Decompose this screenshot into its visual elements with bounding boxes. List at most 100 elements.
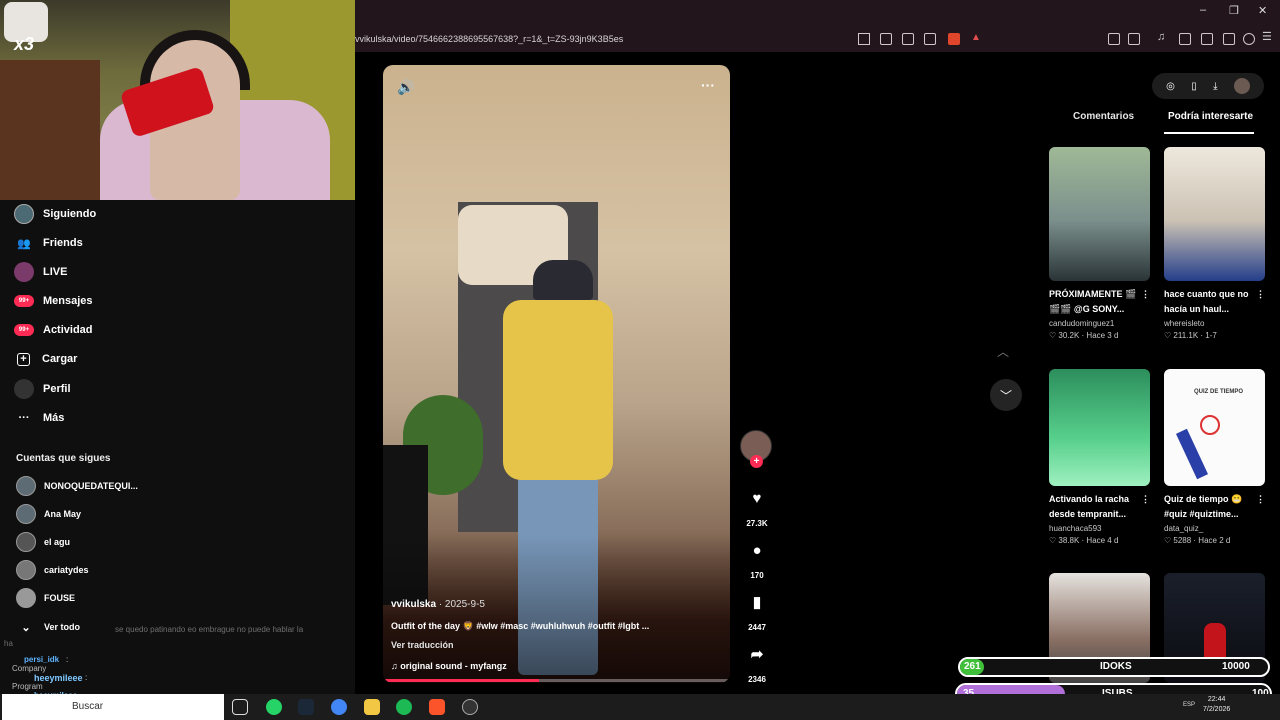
sidebar-item-profile[interactable]: Perfil bbox=[14, 378, 71, 400]
volume-icon[interactable]: 🔊 bbox=[397, 79, 414, 96]
card-menu-icon[interactable]: ⋮ bbox=[1141, 287, 1150, 302]
brave-icon[interactable] bbox=[429, 699, 445, 715]
goal-label: IDOKS bbox=[1100, 661, 1132, 672]
share-count: 2346 bbox=[748, 675, 766, 684]
sidebar-item-more[interactable]: ··· Más bbox=[14, 407, 65, 429]
follow-plus-button[interactable]: + bbox=[750, 455, 763, 468]
download-icon[interactable]: ⤓ bbox=[1213, 81, 1217, 92]
user-avatar[interactable] bbox=[1233, 78, 1250, 94]
share-icon[interactable]: ➦ bbox=[742, 639, 772, 669]
account-item[interactable]: Ana May bbox=[16, 504, 81, 524]
related-video-card[interactable]: QUIZ DE TIEMPO Quiz de tiempo 😬 #quiz #q… bbox=[1164, 369, 1265, 545]
related-video-card[interactable]: hace cuanto que no hacía un haul... ⋮ whe… bbox=[1164, 147, 1265, 340]
sidebar-item-label: Cargar bbox=[42, 353, 78, 365]
tab-related[interactable]: Podría interesarte bbox=[1168, 111, 1253, 122]
video-thumbnail[interactable]: QUIZ DE TIEMPO bbox=[1164, 369, 1265, 486]
see-translation-link[interactable]: Ver traducción bbox=[391, 640, 454, 650]
card-menu-icon[interactable]: ⋮ bbox=[1256, 287, 1265, 302]
card-user[interactable]: whereisleto bbox=[1164, 319, 1265, 328]
video-progress-bar[interactable] bbox=[383, 679, 730, 682]
account-item[interactable]: cariatydes bbox=[16, 560, 89, 580]
sidebar-item-upload[interactable]: + Cargar bbox=[14, 348, 77, 370]
comment-action[interactable]: ● 170 bbox=[740, 535, 774, 581]
related-video-card[interactable]: Activando la racha desde tempranit... ⋮ h… bbox=[1049, 369, 1150, 545]
url-text[interactable]: vvikulska/video/7546662388695567638?_r=1… bbox=[355, 34, 623, 44]
spotify-icon[interactable] bbox=[396, 699, 412, 715]
rewards-icon[interactable]: ▲ bbox=[971, 32, 981, 43]
vpn-icon[interactable] bbox=[1243, 33, 1255, 45]
avatar bbox=[16, 532, 36, 552]
taskbar-search[interactable]: Buscar bbox=[2, 694, 224, 720]
account-item[interactable]: FOUSE bbox=[16, 588, 75, 608]
activity-badge: 99+ bbox=[14, 324, 34, 336]
bookmark-icon[interactable]: ▮ bbox=[742, 587, 772, 617]
comment-icon[interactable]: ● bbox=[742, 535, 772, 565]
video-thumbnail[interactable] bbox=[1049, 147, 1150, 281]
obs-icon[interactable] bbox=[462, 699, 478, 715]
heart-icon[interactable]: ♥ bbox=[742, 483, 772, 513]
tab-comments[interactable]: Comentarios bbox=[1073, 111, 1134, 122]
next-video-button[interactable]: ﹀ bbox=[990, 379, 1022, 411]
music-note-icon: ♫ bbox=[391, 661, 398, 671]
card-user[interactable]: data_quiz_ bbox=[1164, 524, 1265, 533]
search-placeholder: Buscar bbox=[72, 701, 104, 712]
card-menu-icon[interactable]: ⋮ bbox=[1141, 492, 1150, 507]
card-user[interactable]: huanchaca593 bbox=[1049, 524, 1150, 533]
cast-icon[interactable] bbox=[902, 33, 914, 45]
sidebar-icon[interactable] bbox=[1179, 33, 1191, 45]
device-icon[interactable]: ▯ bbox=[1191, 81, 1197, 92]
card-menu-icon[interactable]: ⋮ bbox=[1256, 492, 1265, 507]
video-author-line[interactable]: vvikulska · 2025-9-5 bbox=[391, 599, 485, 610]
task-view-icon[interactable] bbox=[232, 699, 248, 715]
address-bar[interactable]: vvikulska/video/7546662388695567638?_r=1… bbox=[355, 30, 1280, 50]
goal-current: 261 bbox=[964, 661, 981, 672]
related-video-card[interactable]: PRÓXIMAMENTE 🎬 🎬🎬 @G SONY... ⋮ candudomin… bbox=[1049, 147, 1150, 340]
brave-shield-icon[interactable] bbox=[948, 33, 960, 45]
taskbar-clock[interactable]: 22:44 7/2/2026 bbox=[1203, 695, 1230, 715]
share-action[interactable]: ➦ 2346 bbox=[740, 639, 774, 684]
comment-count: 170 bbox=[750, 571, 764, 580]
menu-icon[interactable]: ☰ bbox=[1262, 30, 1272, 43]
card-user[interactable]: candudominguez1 bbox=[1049, 319, 1150, 328]
save-count: 2447 bbox=[748, 623, 766, 632]
account-item[interactable]: el agu bbox=[16, 532, 70, 552]
screenshot-icon[interactable] bbox=[1128, 33, 1140, 45]
translate-icon[interactable] bbox=[880, 33, 892, 45]
like-action[interactable]: ♥ 27.3K bbox=[740, 483, 774, 529]
extensions-icon[interactable] bbox=[1108, 33, 1120, 45]
sidebar-item-friends[interactable]: 👥 Friends bbox=[14, 232, 83, 254]
previous-video-button[interactable]: ︿ bbox=[997, 343, 1009, 360]
sidebar-item-following[interactable]: Siguiendo bbox=[14, 203, 96, 225]
sound-label: original sound - myfangz bbox=[400, 661, 507, 671]
language-indicator[interactable]: ESP bbox=[1183, 702, 1195, 708]
video-player[interactable]: 🔊 ··· vvikulska · 2025-9-5 Outfit of the… bbox=[383, 65, 730, 683]
card-stats: ♡ 5288 · Hace 2 d bbox=[1164, 536, 1231, 545]
video-thumbnail[interactable] bbox=[1049, 369, 1150, 486]
autoscroll-icon[interactable]: ◎ bbox=[1166, 81, 1175, 92]
following-accounts-title: Cuentas que sigues bbox=[16, 453, 111, 464]
whatsapp-icon[interactable] bbox=[266, 699, 282, 715]
account-item[interactable]: NONOQUEDATEQUI... bbox=[16, 476, 138, 496]
maximize-button[interactable]: ❐ bbox=[1229, 4, 1239, 17]
sidebar-item-live[interactable]: LIVE bbox=[14, 261, 67, 283]
card-title-text: PRÓXIMAMENTE 🎬 🎬🎬 @G SONY... bbox=[1049, 289, 1137, 314]
sidebar-item-messages[interactable]: 99+ Mensajes bbox=[14, 290, 93, 312]
chrome-icon[interactable] bbox=[331, 699, 347, 715]
sidebar-item-label: Mensajes bbox=[43, 295, 93, 307]
more-options-button[interactable]: ··· bbox=[701, 77, 715, 93]
shield-off-icon[interactable] bbox=[858, 33, 870, 45]
close-button[interactable]: ✕ bbox=[1258, 4, 1267, 17]
minimize-button[interactable]: – bbox=[1200, 4, 1206, 16]
leo-icon[interactable] bbox=[1223, 33, 1235, 45]
sidebar-item-activity[interactable]: 99+ Actividad bbox=[14, 319, 93, 341]
video-author[interactable]: vvikulska bbox=[391, 599, 436, 610]
steam-icon[interactable] bbox=[298, 699, 314, 715]
file-explorer-icon[interactable] bbox=[364, 699, 380, 715]
save-action[interactable]: ▮ 2447 bbox=[740, 587, 774, 632]
share-icon[interactable] bbox=[924, 33, 936, 45]
taskbar: Buscar ESP 22:44 7/2/2026 bbox=[0, 694, 1280, 720]
video-sound[interactable]: ♫ original sound - myfangz bbox=[391, 661, 507, 671]
wallet-icon[interactable] bbox=[1201, 33, 1213, 45]
video-thumbnail[interactable] bbox=[1164, 147, 1265, 281]
music-icon[interactable]: ♫ bbox=[1157, 31, 1165, 43]
